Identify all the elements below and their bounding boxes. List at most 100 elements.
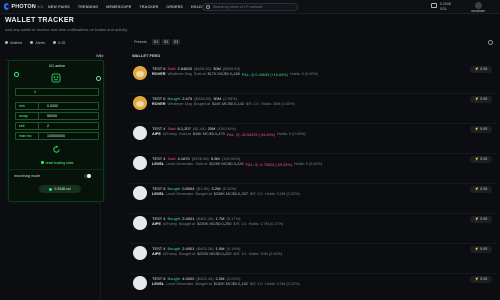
search-input[interactable]: Search by token or LP contract: [202, 3, 298, 11]
wallet-name[interactable]: TEST 6: [152, 276, 166, 281]
token-ticker[interactable]: ROVER: [152, 72, 166, 77]
logo-sub: SOL: [36, 4, 44, 9]
wallets-tab-label: Wallets: [10, 40, 23, 45]
max-mc-field[interactable]: max mc 100000000: [15, 132, 99, 140]
nav-orders[interactable]: ORDERS: [166, 5, 183, 9]
quick-buy-button[interactable]: ⚡ 0.05: [470, 66, 492, 73]
max-mc-value: 100000000: [47, 134, 65, 138]
trade-action: Bought: [167, 276, 181, 281]
token-ticker[interactable]: LEVEL: [152, 192, 164, 196]
wallet-icon[interactable]: [431, 3, 437, 8]
feed-row[interactable]: TEST 4 Bought 2.4001 ($403.26) 1.9M (0.19%) AI…: [130, 242, 496, 274]
balance-button[interactable]: 0.2048 sol: [39, 185, 81, 193]
nav-memescope[interactable]: MEMESCOPE: [106, 5, 131, 9]
token-ticker[interactable]: AIPE: [152, 252, 161, 256]
wallet-count-value: 1: [34, 90, 36, 94]
preset-s3[interactable]: S3: [172, 39, 180, 45]
mcap-label: mcap: [19, 114, 28, 118]
feed-row[interactable]: TEST 6 Sold 2.64633 ($426.92) 30M ($409.83) RO…: [130, 62, 496, 94]
token-ticker[interactable]: AIPE: [152, 222, 161, 226]
token-amount: 1.9M: [215, 246, 225, 251]
trade-details: LEVEL Level Generator Bought at $182K MC/$0…: [152, 282, 300, 286]
wallets-tab[interactable]: Wallets: [5, 41, 22, 45]
wallet-balance[interactable]: 0.2048 SOL: [440, 2, 451, 11]
sol-amount: 2.64633: [177, 66, 192, 71]
trade-summary: TEST 6 Sold 2.64633 ($426.92) 30M ($409.83): [152, 66, 240, 71]
token-amount: 30M: [213, 66, 221, 71]
account-label[interactable]: ACCOUNT: [471, 9, 485, 13]
price-label: Sold at: [195, 162, 208, 166]
settings-gear-icon[interactable]: [488, 40, 493, 45]
token-ticker[interactable]: LEVEL: [152, 282, 164, 286]
nav-trending[interactable]: TRENDING: [78, 5, 98, 9]
token-avatar[interactable]: [133, 126, 147, 140]
sell-field[interactable]: sell 2: [15, 122, 99, 130]
quick-buy-amount[interactable]: 0.05: [53, 41, 65, 45]
feed-row[interactable]: TEST 4 Bought 2.4001 ($402.26) 1.7M (0.17%) AI…: [130, 212, 496, 244]
trade-summary: TEST 6 Bought 0.8004 ($1.3K) 3.2M (0.32%): [152, 186, 236, 191]
feed-row[interactable]: TEST 6 Bought 4.0002 ($402.44) 2.2M (0.22%) LE…: [130, 272, 496, 300]
nav-links: NEW PAIRS TRENDING MEMESCOPE TRACKER ORD…: [48, 5, 212, 9]
token-name: Whatever Dog: [167, 72, 192, 76]
quick-buy-button[interactable]: ⚡ 0.05: [470, 276, 492, 283]
preset-s2[interactable]: S2: [162, 39, 170, 45]
feed-row[interactable]: TEST 6 Bought 2.475 ($428.82) 30M (2.99%) ROVE…: [130, 92, 496, 124]
moonbag-toggle[interactable]: [84, 174, 91, 178]
wallet-name[interactable]: TEST 6: [152, 96, 166, 101]
wallet-name[interactable]: TEST 4: [152, 246, 166, 251]
min-label: min: [19, 104, 25, 108]
token-avatar[interactable]: [133, 216, 147, 230]
usd-amount: ($402.44): [196, 276, 214, 281]
quick-buy-button[interactable]: ⚡ 0.05: [470, 186, 492, 193]
token-ticker[interactable]: LEVEL: [152, 162, 164, 167]
quick-buy-button[interactable]: ⚡ 0.05: [470, 216, 492, 223]
token-amount: 1.7M: [215, 216, 225, 221]
quick-buy-button[interactable]: ⚡ 0.05: [470, 246, 492, 253]
token-avatar[interactable]: [133, 246, 147, 260]
account-avatar[interactable]: [475, 2, 482, 9]
token-ticker[interactable]: AIPE: [152, 132, 161, 137]
token-ticker[interactable]: ROVER: [152, 102, 166, 106]
trade-action: Bought: [167, 96, 181, 101]
moonbag-mode-label: moonbag mode: [14, 174, 41, 178]
token-avatar[interactable]: [133, 186, 147, 200]
wallet-name[interactable]: TEST 6: [152, 66, 166, 71]
power-icon[interactable]: [14, 72, 19, 77]
min-field[interactable]: min 0.0002: [15, 102, 99, 110]
preset-s1[interactable]: S1: [152, 39, 160, 45]
logo[interactable]: PHOTON SOL: [4, 3, 44, 10]
trade-summary: TEST 6 Bought 4.0002 ($402.44) 2.2M (0.22%): [152, 276, 240, 281]
wallet-name[interactable]: TEST 4: [152, 216, 166, 221]
token-amount: 3.2M: [211, 186, 221, 191]
market-cap: $45K MC/$0.0₁475: [192, 132, 225, 136]
modal-gear-icon[interactable]: [96, 76, 101, 81]
feed-header: WALLET FEED: [132, 53, 161, 58]
pnl-value: P&L: ◎ -40.54233 (-94.60%): [226, 133, 276, 137]
token-avatar[interactable]: [133, 66, 147, 80]
market-cap: $14K MC/$0.0₁142: [212, 102, 244, 106]
refresh-icon[interactable]: [52, 145, 61, 154]
quick-buy-button[interactable]: ⚡ 0.05: [470, 96, 492, 103]
market-cap: $17K MC/$0.0₆188: [207, 72, 240, 76]
token-avatar[interactable]: [133, 96, 147, 110]
nav-tracker[interactable]: TRACKER: [139, 5, 158, 9]
token-share: (2.99%): [223, 96, 238, 101]
quick-buy-button[interactable]: ⚡ 0.05: [470, 126, 492, 133]
wallet-name[interactable]: TEST 4: [152, 126, 166, 131]
feed-row[interactable]: TEST 4 Sold 6.1,207 ($1,44) 20M (100.00%) AIPE…: [130, 122, 496, 154]
feed-row[interactable]: TEST 4 Sold 4.1670 ($708.58) 5.5M (100.00%) LE…: [130, 152, 496, 184]
token-avatar[interactable]: [133, 276, 147, 290]
nav-new-pairs[interactable]: NEW PAIRS: [48, 5, 70, 9]
mcap-field[interactable]: mcap 50000: [15, 112, 99, 120]
trade-action: Bought: [167, 216, 181, 221]
wallet-balance-unit: SOL: [440, 6, 448, 11]
wallet-name[interactable]: TEST 6: [152, 186, 166, 191]
wallet-count-field[interactable]: 1: [15, 88, 99, 96]
pnl-value: $/S: 1/1: [249, 192, 264, 196]
feed-row[interactable]: TEST 6 Bought 0.8004 ($1.3K) 3.2M (0.32%) LEVE…: [130, 182, 496, 214]
alerts-tab[interactable]: Alerts: [30, 41, 45, 45]
quick-buy-button[interactable]: ⚡ 0.05: [470, 156, 492, 163]
reset-stats-link[interactable]: reset trading stats: [9, 161, 105, 165]
wallet-name[interactable]: TEST 4: [152, 156, 166, 161]
token-avatar[interactable]: [133, 156, 147, 170]
